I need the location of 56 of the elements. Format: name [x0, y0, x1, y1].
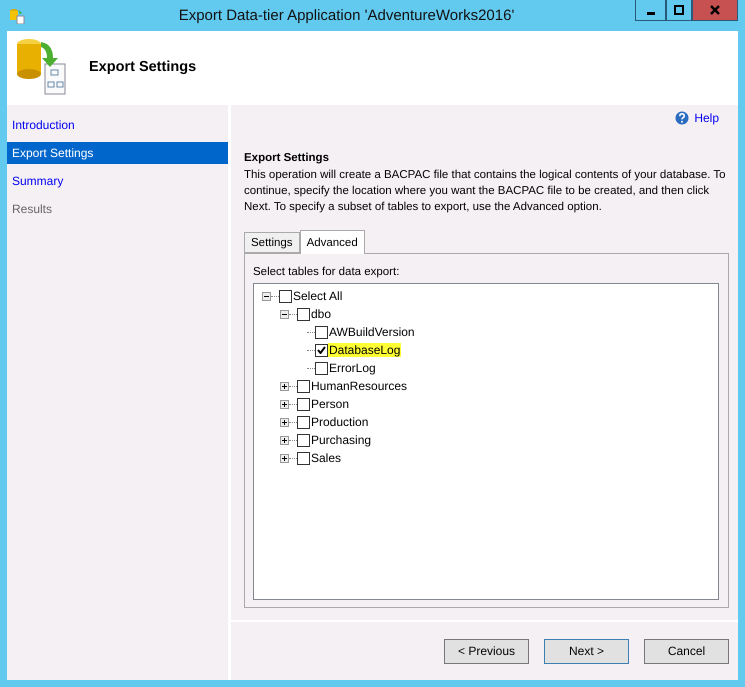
tree-item[interactable]: Select All	[292, 289, 344, 303]
minimize-button[interactable]	[635, 0, 666, 21]
tab[interactable]: Advanced	[300, 230, 365, 254]
collapse-toggle[interactable]	[280, 310, 289, 318]
help-link[interactable]: Help	[675, 111, 719, 125]
tree-item[interactable]: Sales	[310, 451, 342, 465]
tree-item[interactable]: ErrorLog	[328, 361, 377, 375]
wizard-button[interactable]: Cancel	[644, 638, 729, 664]
help-icon	[675, 111, 690, 125]
checkbox[interactable]	[315, 344, 328, 356]
tree-item[interactable]: DatabaseLog	[328, 343, 402, 357]
checkbox[interactable]	[279, 290, 292, 302]
description: This operation will create a BACPAC file that contains the logical contents of your database. To continue, specify the location where you want the BACPAC file to be created, and then click Next. To specify a subset of tables to export, use the Advanced option.	[244, 168, 727, 215]
checkbox[interactable]	[297, 308, 310, 320]
plus-icon	[282, 402, 287, 406]
tree-item[interactable]: Person	[310, 397, 350, 411]
checkbox[interactable]	[297, 398, 310, 410]
nav-item[interactable]: Export Settings	[7, 142, 228, 164]
expand-toggle[interactable]	[280, 454, 289, 462]
app-icon	[9, 8, 25, 24]
tree-item[interactable]: Production	[310, 415, 370, 429]
plus-icon	[282, 438, 287, 442]
plus-icon	[282, 384, 287, 388]
tree-item[interactable]: Purchasing	[310, 433, 372, 447]
checkbox[interactable]	[297, 416, 310, 428]
minus-icon	[282, 312, 287, 316]
close-button[interactable]	[692, 0, 738, 21]
tree-label: Select tables for data export:	[253, 266, 400, 278]
nav-item[interactable]: Introduction	[7, 114, 228, 136]
page-title: Export Settings	[89, 58, 196, 74]
window-title: Export Data-tier Application 'AdventureWorks2016'	[178, 7, 516, 24]
plus-icon	[282, 420, 287, 424]
plus-icon	[282, 456, 287, 460]
tree-item[interactable]: AWBuildVersion	[328, 325, 416, 339]
checkbox[interactable]	[315, 362, 328, 374]
tree-item[interactable]: dbo	[310, 307, 332, 321]
wizard-button[interactable]: < Previous	[444, 638, 529, 664]
maximize-button[interactable]	[666, 0, 692, 21]
close-icon	[710, 5, 720, 15]
nav-item[interactable]: Summary	[7, 170, 228, 192]
checkbox[interactable]	[297, 434, 310, 446]
wizard-button[interactable]: Next >	[544, 638, 629, 664]
minus-icon	[264, 294, 269, 298]
checkbox[interactable]	[315, 326, 328, 338]
tree-item[interactable]: HumanResources	[310, 379, 408, 393]
collapse-toggle[interactable]	[262, 292, 271, 300]
expand-toggle[interactable]	[280, 436, 289, 444]
checkbox[interactable]	[297, 452, 310, 464]
maximize-icon	[674, 5, 684, 15]
minimize-icon	[646, 12, 654, 14]
expand-toggle[interactable]	[280, 400, 289, 408]
section-title: Export Settings	[244, 152, 330, 164]
tab[interactable]: Settings	[244, 232, 300, 253]
expand-toggle[interactable]	[280, 418, 289, 426]
expand-toggle[interactable]	[280, 382, 289, 390]
checkbox[interactable]	[297, 380, 310, 392]
